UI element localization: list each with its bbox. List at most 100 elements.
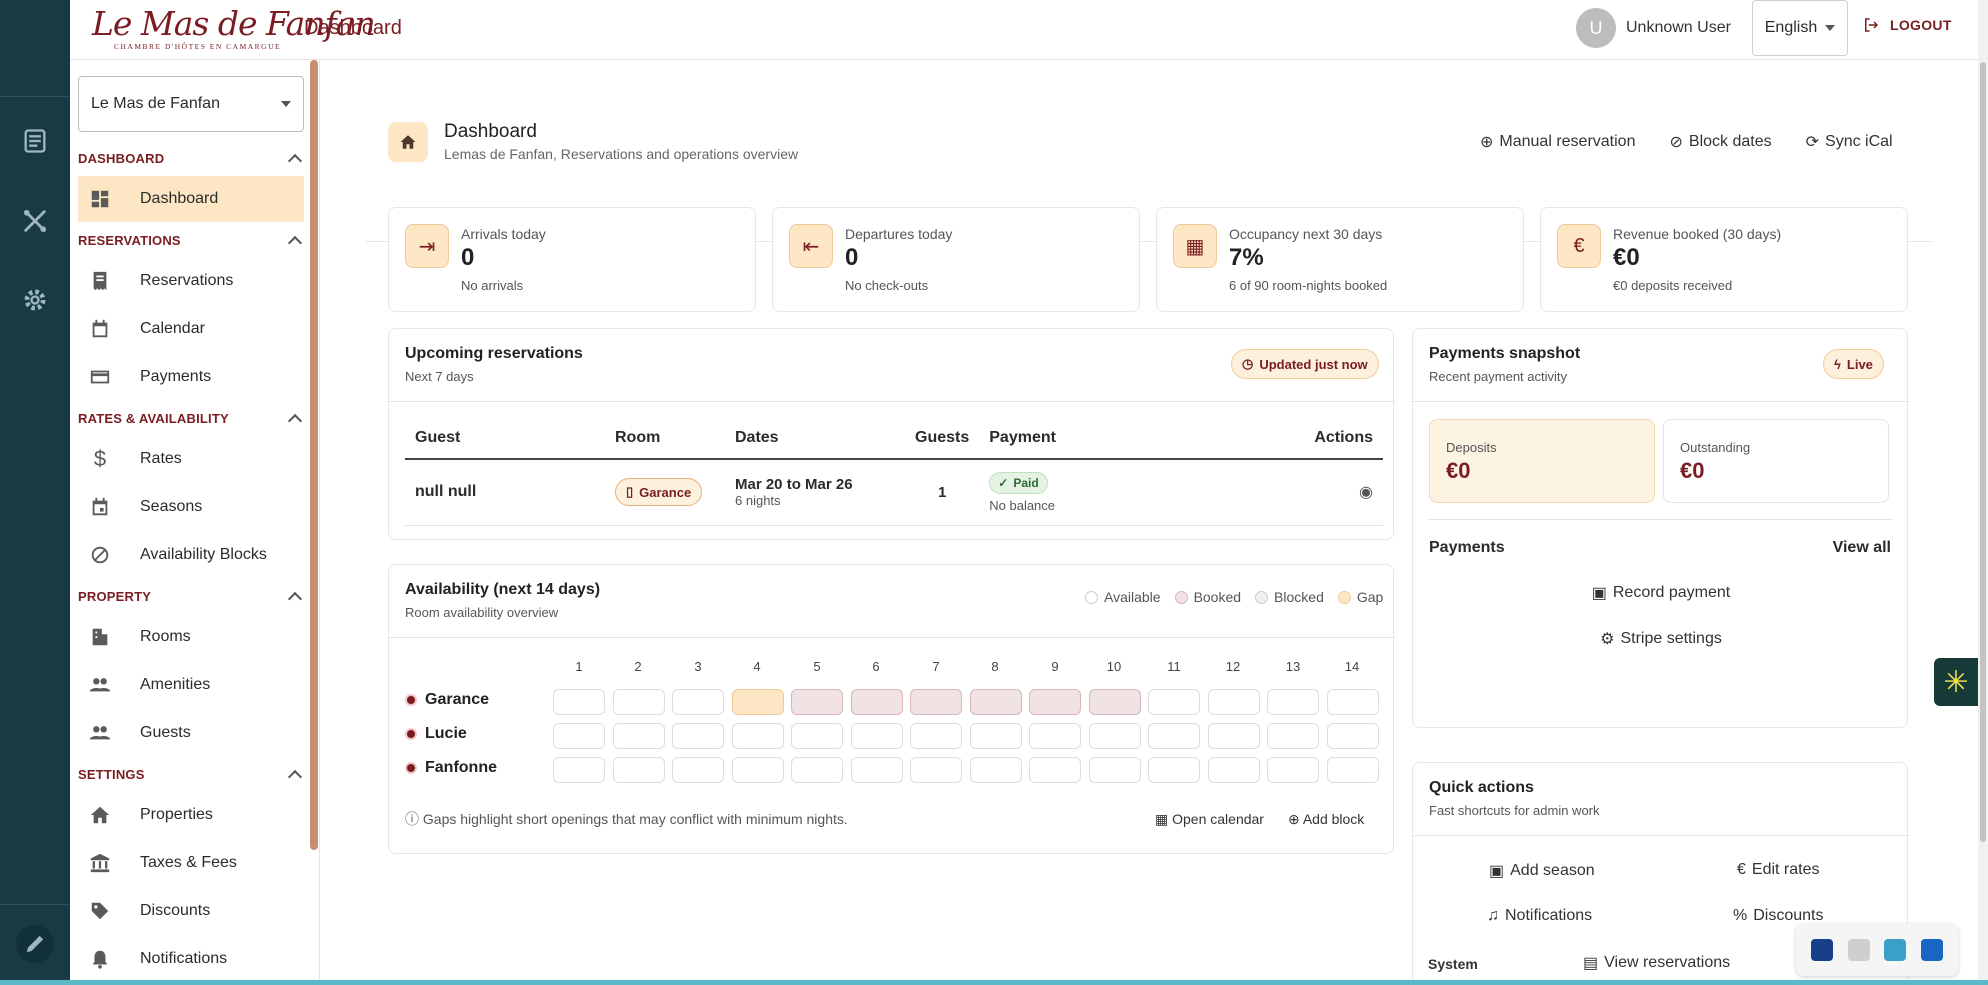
availability-cell-available[interactable] [969,723,1022,749]
availability-cell-available[interactable] [1267,723,1319,749]
language-select[interactable]: English [1752,0,1848,56]
availability-cell-available[interactable] [1326,723,1379,749]
availability-cell-available[interactable] [1207,689,1260,715]
sidebar-item-availability-blocks[interactable]: Availability Blocks [78,532,304,578]
section-property[interactable]: PROPERTY [78,584,304,608]
availability-cell-available[interactable] [553,723,605,749]
sidebar-item-taxes-fees[interactable]: Taxes & Fees [78,840,304,886]
availability-cell-available[interactable] [1088,757,1141,783]
logo-text: Le Mas de Fanfan [92,4,376,43]
sidebar-item-rooms[interactable]: Rooms [78,614,304,660]
shield-icon[interactable] [1811,939,1834,961]
availability-cell-available[interactable] [791,723,843,749]
availability-cell-available[interactable] [672,757,724,783]
edit-rates-button[interactable]: € Edit rates [1737,861,1820,879]
manual-reservation-button[interactable]: ⊕ Manual reservation [1480,132,1635,152]
sidebar-item-reservations[interactable]: Reservations [78,258,304,304]
open-calendar-button[interactable]: ▦ Open calendar [1155,811,1264,828]
logout-button[interactable]: LOGOUT [1862,16,1952,34]
section-rates-availability[interactable]: RATES & AVAILABILITY [78,406,304,430]
block-dates-button[interactable]: ⊘ Block dates [1669,132,1771,152]
browser-icon[interactable] [1884,939,1907,961]
assistant-widget[interactable]: ✳ [1934,658,1978,706]
availability-cell-available[interactable] [1088,723,1141,749]
day-number: 9 [1051,659,1059,674]
sidebar-item-properties[interactable]: Properties [78,792,304,838]
availability-cell-available[interactable] [672,689,724,715]
view-reservations-button[interactable]: ▤ View reservations [1583,953,1730,973]
sidebar-item-payments[interactable]: Payments [78,354,304,400]
availability-cell-available[interactable] [791,757,843,783]
availability-cell-available[interactable] [553,689,605,715]
availability-cell-available[interactable] [1207,723,1260,749]
sync-ical-button[interactable]: ⟳ Sync iCal [1806,132,1893,152]
sidebar-item-guests[interactable]: Guests [78,710,304,756]
clipboard-icon[interactable] [1847,939,1870,961]
availability-cell-booked[interactable] [850,689,903,715]
add-block-button[interactable]: ⊕ Add block [1288,811,1364,828]
section-settings[interactable]: SETTINGS [78,762,304,786]
availability-cell-available[interactable] [910,723,962,749]
sidebar-item-dashboard[interactable]: Dashboard [78,176,304,222]
sidebar-item-discounts[interactable]: Discounts [78,888,304,934]
availability-cell-available[interactable] [969,757,1022,783]
availability-cell-available[interactable] [612,757,665,783]
availability-cell-available[interactable] [612,689,665,715]
sidebar-item-rates[interactable]: $ Rates [78,436,304,482]
availability-cell-available[interactable] [910,757,962,783]
availability-cell-available[interactable] [612,723,665,749]
sidebar-scrollbar[interactable] [310,60,318,850]
availability-cell-available[interactable] [1326,689,1379,715]
availability-cell-available[interactable] [1267,757,1319,783]
pencil-icon[interactable] [16,925,54,963]
sidebar-item-notifications[interactable]: Notifications [78,936,304,982]
availability-cell-available[interactable] [1148,757,1200,783]
action-label: Discounts [1753,907,1824,924]
gap-note: ⓘ Gaps highlight short openings that may… [405,809,848,829]
availability-cell-available[interactable] [553,757,605,783]
record-payment-button[interactable]: ▣ Record payment [1413,583,1909,603]
availability-cell-booked[interactable] [791,689,843,715]
availability-cell-gap[interactable] [731,689,784,715]
availability-cell-available[interactable] [731,723,784,749]
sidebar-item-calendar[interactable]: Calendar [78,306,304,352]
section-dashboard[interactable]: DASHBOARD [78,146,304,170]
page-scrollbar[interactable] [1978,0,1988,985]
availability-cell-available[interactable] [850,723,903,749]
availability-cell-booked[interactable] [1088,689,1141,715]
add-season-button[interactable]: ▣ Add season [1489,861,1595,881]
document-icon[interactable] [16,122,54,160]
availability-cell-available[interactable] [1267,689,1319,715]
property-select[interactable]: Le Mas de Fanfan [78,76,304,132]
availability-cell-available[interactable] [1148,723,1200,749]
stripe-settings-button[interactable]: ⚙ Stripe settings [1413,629,1909,649]
availability-cell-available[interactable] [672,723,724,749]
mail-icon[interactable] [1920,939,1943,961]
view-all-link[interactable]: View all [1833,539,1891,557]
availability-cell-available[interactable] [731,757,784,783]
page-title: Dashboard [444,121,537,142]
section-reservations[interactable]: RESERVATIONS [78,228,304,252]
notifications-button[interactable]: ♫ Notifications [1487,907,1592,925]
table-row[interactable]: null null ▯ Garance Mar 20 to Mar 26 6 nig… [405,459,1383,526]
discounts-button[interactable]: % Discounts [1733,907,1823,925]
gear-icon[interactable] [16,281,54,319]
availability-cell-booked[interactable] [1029,689,1081,715]
availability-cell-available[interactable] [1029,757,1081,783]
availability-cell-available[interactable] [1029,723,1081,749]
brand-logo[interactable]: Le Mas de Fanfan CHAMBRE D'HÔTES EN CAMA… [92,4,376,54]
column-header: Dates [725,417,905,460]
availability-cell-available[interactable] [1326,757,1379,783]
availability-cell-booked[interactable] [910,689,962,715]
availability-cell-available[interactable] [1207,757,1260,783]
eye-icon[interactable]: ◉ [1359,484,1373,501]
availability-cell-available[interactable] [1148,689,1200,715]
avatar: U [1576,8,1616,48]
availability-cell-booked[interactable] [969,689,1022,715]
tools-icon[interactable] [16,202,54,240]
sidebar-item-amenities[interactable]: Amenities [78,662,304,708]
sidebar-item-seasons[interactable]: Seasons [78,484,304,530]
user-menu[interactable]: U Unknown User [1576,8,1731,48]
scrollbar-thumb[interactable] [1980,62,1986,842]
availability-cell-available[interactable] [850,757,903,783]
